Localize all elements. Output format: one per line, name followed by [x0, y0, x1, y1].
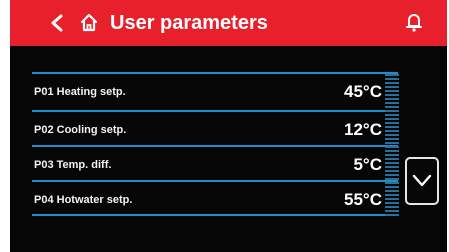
parameter-label: P01 Heating setp. — [34, 86, 126, 98]
scroll-tick — [385, 138, 399, 140]
parameter-label: P02 Cooling setp. — [34, 124, 127, 136]
header-bar: User parameters — [10, 0, 447, 46]
parameter-value: 45°C — [344, 82, 382, 101]
scroll-tick — [385, 78, 399, 80]
scroll-tick — [385, 90, 399, 92]
scroll-tick — [385, 118, 399, 120]
scroll-tick — [385, 166, 399, 168]
scroll-tick — [385, 82, 399, 84]
scroll-tick — [385, 202, 399, 204]
scroll-tick — [385, 106, 399, 108]
scroll-tick — [385, 86, 399, 88]
scroll-tick — [385, 198, 399, 200]
parameter-row-p02[interactable]: P02 Cooling setp. 12°C — [32, 112, 398, 148]
scroll-tick — [385, 210, 399, 212]
scroll-indicator — [385, 74, 401, 216]
scroll-tick — [385, 158, 399, 160]
parameter-list: P01 Heating setp. 45°C P02 Cooling setp.… — [32, 72, 398, 216]
scroll-tick — [385, 150, 399, 152]
parameter-row-p04[interactable]: P04 Hotwater setp. 55°C — [32, 182, 398, 218]
scroll-tick — [385, 154, 399, 156]
scroll-tick — [385, 94, 399, 96]
scroll-tick — [385, 214, 399, 216]
scroll-tick — [385, 134, 399, 136]
scroll-tick — [385, 170, 399, 172]
scroll-down-button[interactable] — [405, 157, 439, 205]
scroll-tick — [385, 162, 399, 164]
scroll-tick — [385, 126, 399, 128]
scroll-tick — [385, 74, 399, 76]
scroll-tick — [385, 194, 399, 196]
scroll-tick — [385, 178, 399, 180]
bell-icon[interactable] — [406, 12, 422, 32]
parameter-label: P04 Hotwater setp. — [34, 194, 133, 206]
parameter-label: P03 Temp. diff. — [34, 159, 112, 171]
home-icon[interactable] — [80, 13, 98, 32]
scroll-tick — [385, 174, 399, 176]
page-title: User parameters — [110, 12, 268, 34]
scroll-tick — [385, 182, 399, 184]
chevron-down-icon — [412, 174, 432, 187]
scroll-tick — [385, 98, 399, 100]
device-screen: User parameters P01 Heating setp. 45°C P… — [10, 0, 447, 252]
row-divider — [32, 214, 398, 216]
scroll-tick — [385, 122, 399, 124]
parameter-value: 55°C — [344, 190, 382, 209]
scroll-tick — [385, 146, 399, 148]
chevron-left-icon[interactable] — [50, 14, 64, 32]
parameter-value: 5°C — [353, 155, 382, 174]
parameter-row-p03[interactable]: P03 Temp. diff. 5°C — [32, 147, 398, 183]
parameter-row-p01[interactable]: P01 Heating setp. 45°C — [32, 74, 398, 110]
scroll-tick — [385, 102, 399, 104]
scroll-tick — [385, 190, 399, 192]
scroll-tick — [385, 130, 399, 132]
scroll-tick — [385, 206, 399, 208]
scroll-tick — [385, 110, 399, 112]
scroll-tick — [385, 114, 399, 116]
parameter-value: 12°C — [344, 120, 382, 139]
scroll-tick — [385, 142, 399, 144]
scroll-tick — [385, 186, 399, 188]
